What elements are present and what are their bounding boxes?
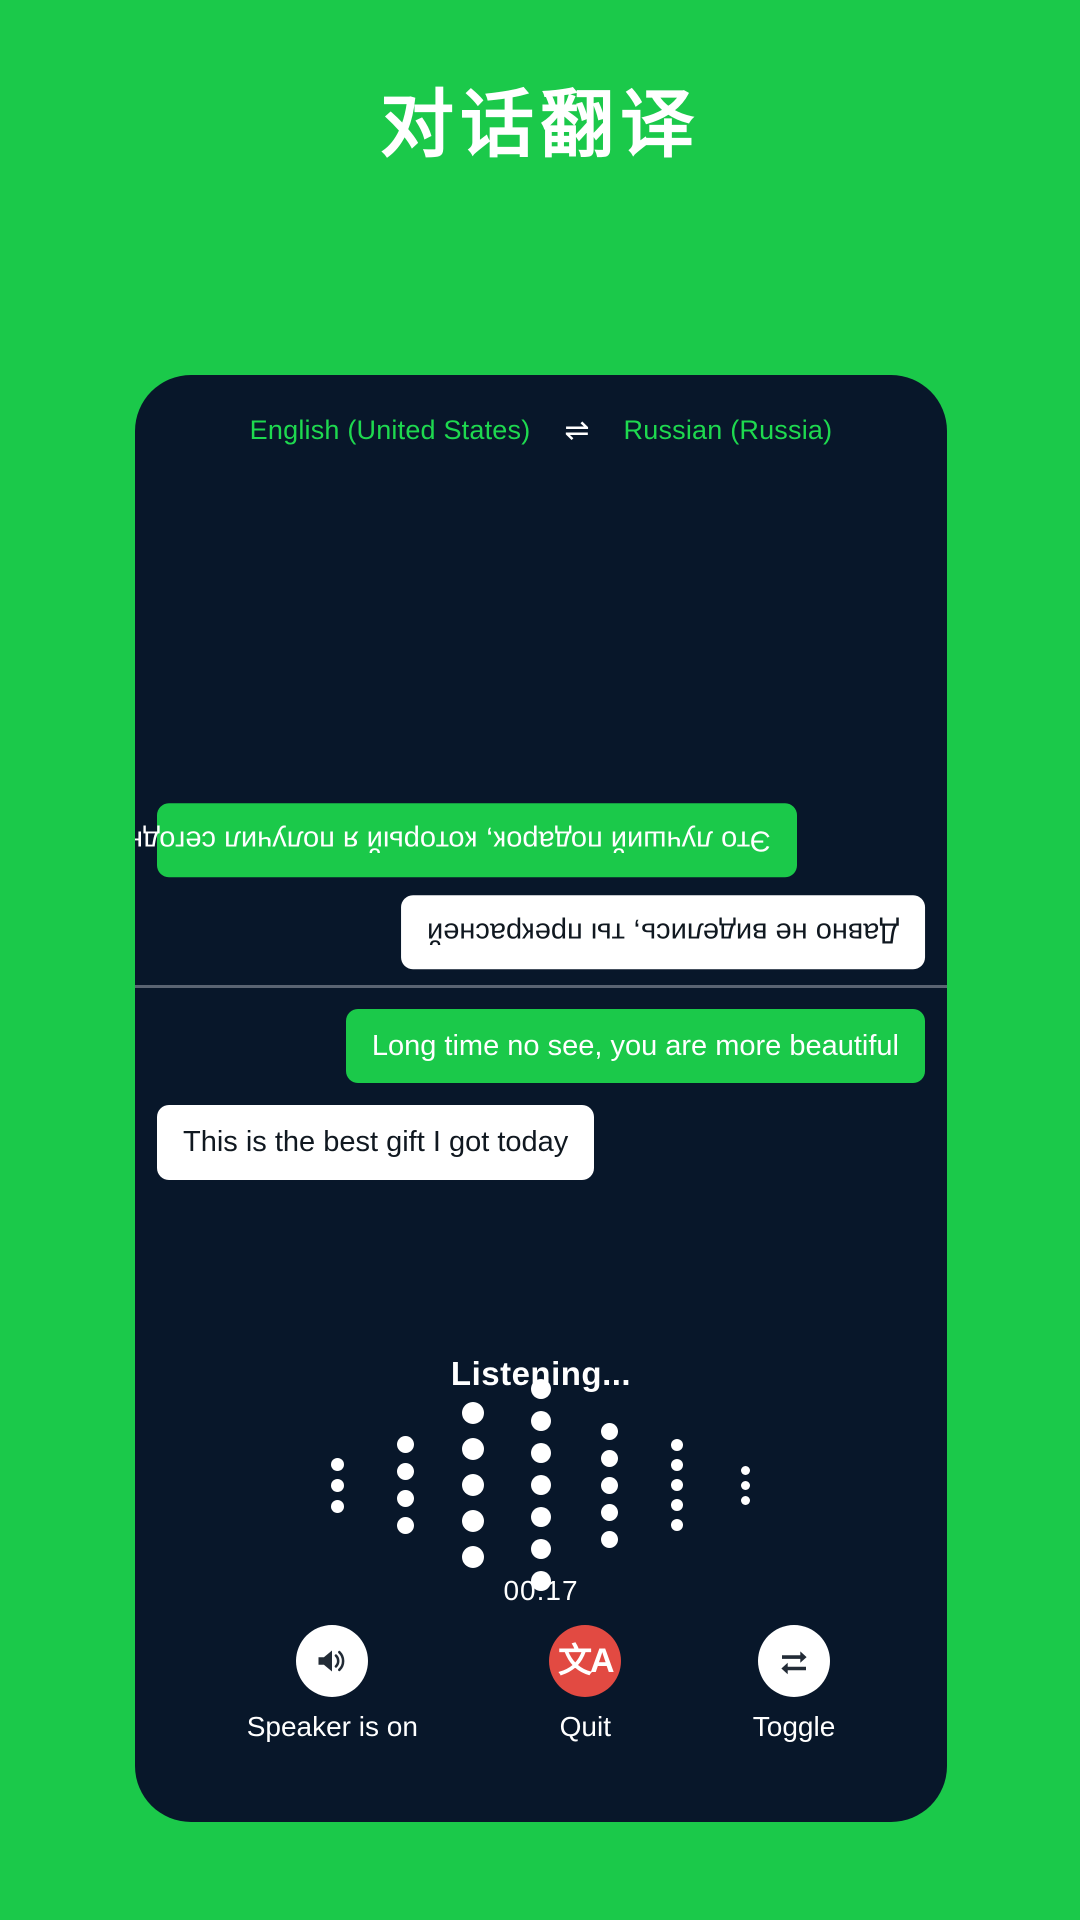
waveform-dot [600,1530,618,1548]
waveform-dot [531,1443,551,1463]
waveform-dot [330,1457,344,1471]
page-title: 对话翻译 [380,83,700,166]
quit-button-circle[interactable]: 文A [549,1625,622,1697]
message-bubble-local-2[interactable]: This is the best gift I got today [157,1105,595,1180]
target-language[interactable]: Russian (Russia) [624,415,833,446]
quit-button-label: Quit [559,1711,612,1742]
swap-repeat-icon [781,1651,807,1675]
waveform-dot [330,1478,344,1492]
message-bubble-remote-1[interactable]: Это лучший подарок, который я получил се… [135,802,797,877]
message-row: Давно не виделись, ты прекрасней [135,894,947,969]
waveform-dot [531,1539,551,1559]
phone-card: English (United States) ⇌ Russian (Russi… [135,375,947,1822]
waveform-dot [671,1439,683,1451]
waveform-dot [671,1479,683,1491]
waveform-column [303,1454,371,1517]
message-row: This is the best gift I got today [135,1105,947,1180]
source-language[interactable]: English (United States) [250,415,531,446]
toggle-button-circle[interactable] [758,1625,831,1697]
waveform-column [643,1435,711,1535]
waveform-column [507,1373,575,1597]
waveform-dot [600,1476,618,1494]
speaker-button-label: Speaker is on [246,1711,418,1742]
message-bubble-remote-2[interactable]: Давно не виделись, ты прекрасней [400,894,925,969]
waveform-dot [462,1402,484,1424]
waveform-dot [462,1438,484,1460]
waveform-dot [330,1499,344,1513]
quit-button[interactable]: 文A Quit [549,1625,622,1743]
waveform-column [575,1418,643,1553]
waveform-dot [531,1411,551,1431]
waveform-column [711,1463,779,1508]
message-bubble-local-1[interactable]: Long time no see, you are more beautiful [345,1009,925,1084]
remote-conversation-pane: Это лучший подарок, который я получил се… [135,485,947,985]
waveform-dot [600,1449,618,1467]
toggle-button-label: Toggle [752,1711,836,1742]
swap-horizontal-icon[interactable]: ⇌ [564,415,589,446]
waveform-dot [671,1519,683,1531]
waveform-dot [600,1503,618,1521]
waveform-dot [396,1517,414,1534]
speaker-on-icon [318,1650,345,1672]
app-screen: 对话翻译 English (United States) ⇌ Russian (… [0,0,1080,1920]
waveform-dot [740,1465,750,1475]
pane-divider [135,985,947,988]
waveform-dot [531,1475,551,1495]
waveform-dot [396,1436,414,1453]
waveform-column [371,1431,439,1539]
waveform-dot [740,1480,750,1490]
waveform-dot [671,1499,683,1511]
waveform-dot [396,1463,414,1480]
waveform-dot [740,1495,750,1505]
waveform-dot [531,1507,551,1527]
waveform-dot [600,1422,618,1440]
speaker-button[interactable]: Speaker is on [247,1625,418,1743]
waveform-dot [462,1510,484,1532]
language-bar: English (United States) ⇌ Russian (Russi… [135,415,947,446]
waveform-dot [396,1490,414,1507]
control-bar: Speaker is on 文A Quit Toggle [135,1625,947,1743]
message-row: Это лучший подарок, который я получил се… [135,802,947,877]
local-conversation-pane: Long time no see, you are more beautiful… [135,991,947,1321]
waveform-dot [531,1379,551,1399]
speaker-button-circle[interactable] [296,1625,369,1697]
waveform-column [439,1395,507,1575]
audio-waveform [135,1379,947,1591]
waveform-dot [462,1474,484,1496]
waveform-dot [462,1546,484,1568]
message-row: Long time no see, you are more beautiful [135,1009,947,1084]
recording-timer: 00:17 [503,1575,579,1606]
waveform-dot [671,1459,683,1471]
translate-icon: 文A [558,1642,615,1680]
toggle-button[interactable]: Toggle [752,1625,836,1743]
